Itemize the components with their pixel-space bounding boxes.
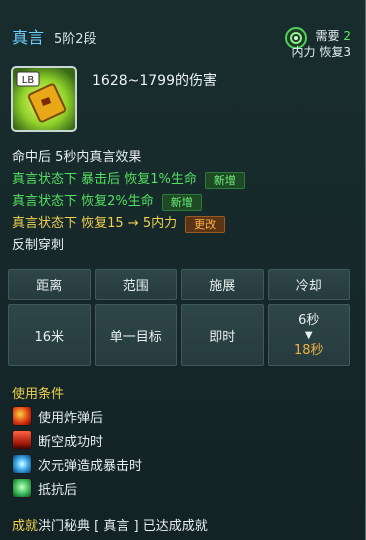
condition-item: 抵抗后: [12, 476, 142, 500]
skill-icon: LB: [11, 66, 77, 132]
stat-value-cooldown: 6秒 ▼ 18秒: [267, 304, 350, 366]
condition-label: 次元弹造成暴击时: [38, 458, 143, 474]
condition-label: 抵抗后: [38, 482, 78, 498]
stat-value-range: 16米: [8, 304, 91, 366]
effect-line: 真言状态下 暴击后 恢复1%生命 新增: [12, 169, 245, 191]
cooldown-old: 6秒: [298, 312, 320, 328]
conditions-title: 使用条件: [12, 387, 65, 402]
effect-text: 命中后 5秒内真言效果: [12, 150, 142, 165]
break-skill-icon: [12, 430, 32, 450]
achievement-text: 洪门秘典 [ 真言 ] 已达成成就: [38, 519, 208, 534]
resist-skill-icon: [12, 478, 32, 498]
stat-header-cooldown: 冷却: [267, 269, 350, 300]
skill-tooltip-panel: 真言 5阶2段 需要 2 内力 恢复3 LB 1628~1799的伤害 命中后 …: [0, 0, 366, 540]
requirement-resource: 内力 恢复3: [291, 45, 351, 59]
effect-line: 真言状态下 恢复2%生命 新增: [12, 191, 245, 213]
condition-label: 使用炸弹后: [38, 410, 104, 426]
skill-damage: 1628~1799的伤害: [92, 73, 217, 89]
condition-item: 使用炸弹后: [12, 404, 142, 428]
tooltip-header: 真言 5阶2段: [12, 24, 97, 48]
achievement-prefix: 成就: [12, 519, 39, 534]
stats-table: 距离 范围 施展 冷却 16米 单一目标 即时 6秒 ▼ 18秒: [8, 269, 350, 369]
cooldown-new: 18秒: [293, 342, 324, 358]
stat-value-area: 单一目标: [94, 304, 177, 366]
dimension-orb-icon: [12, 454, 32, 474]
requirement-amount: 2: [343, 29, 351, 43]
condition-label: 断空成功时: [38, 434, 104, 450]
skill-rank: 5阶2段: [54, 32, 97, 47]
stat-header-area: 范围: [94, 269, 177, 300]
effect-line: 真言状态下 恢复15 → 5内力 更改: [12, 213, 245, 235]
decrease-arrow-icon: ▼: [304, 329, 313, 341]
condition-item: 断空成功时: [12, 428, 142, 452]
conditions-list: 使用炸弹后 断空成功时 次元弹造成暴击时 抵抗后: [12, 404, 142, 500]
effect-text: 反制穿刺: [12, 238, 65, 253]
skill-name: 真言: [12, 28, 45, 47]
achievement-line: 成就洪门秘典 [ 真言 ] 已达成成就: [12, 515, 208, 534]
effects-list: 命中后 5秒内真言效果 真言状态下 暴击后 恢复1%生命 新增 真言状态下 恢复…: [12, 147, 245, 257]
changed-badge: 更改: [185, 215, 226, 233]
stat-header-cast: 施展: [181, 269, 264, 300]
requirement-label: 需要: [315, 29, 340, 43]
stat-header-range: 距离: [8, 269, 91, 300]
new-badge: 新增: [204, 171, 245, 189]
effect-line: 命中后 5秒内真言效果: [12, 147, 245, 169]
stat-value-cast: 即时: [181, 304, 264, 366]
condition-item: 次元弹造成暴击时: [12, 452, 142, 476]
effect-text: 真言状态下 恢复2%生命: [12, 194, 154, 209]
key-binding-label: LB: [22, 75, 35, 86]
effect-text: 真言状态下 恢复15 → 5内力: [12, 216, 178, 231]
bomb-skill-icon: [12, 406, 32, 426]
new-badge: 新增: [161, 193, 202, 211]
resource-requirement: 需要 2 内力 恢复3: [292, 28, 351, 60]
effect-line: 反制穿刺: [12, 235, 245, 257]
effect-text: 真言状态下 暴击后 恢复1%生命: [12, 172, 197, 187]
